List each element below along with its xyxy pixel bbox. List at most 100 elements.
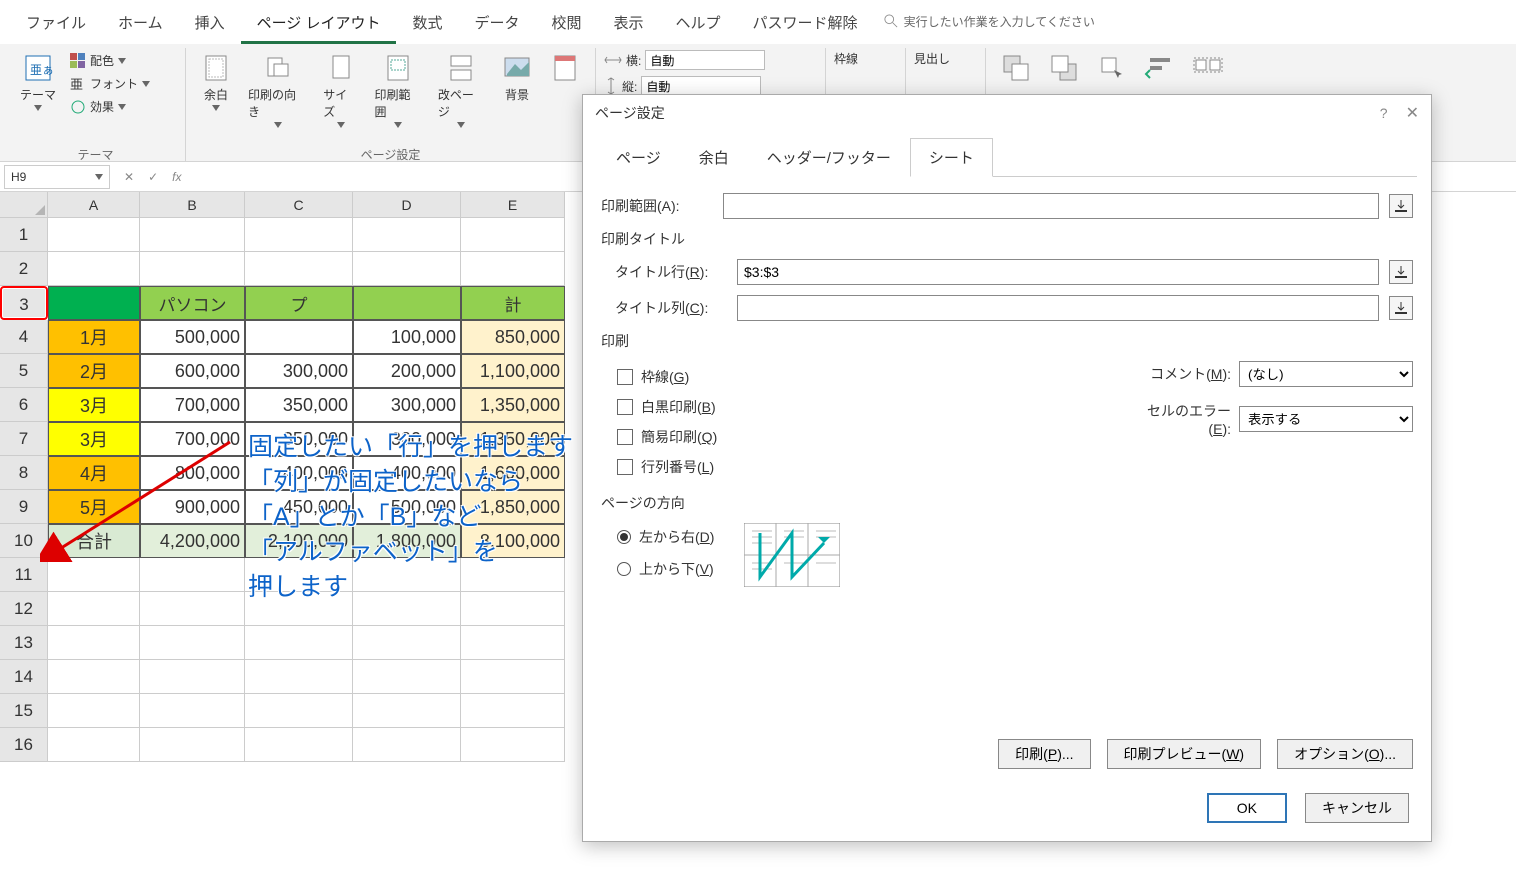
column-header[interactable]: C	[245, 192, 353, 218]
cell[interactable]: 300,000	[353, 388, 461, 422]
cell[interactable]	[245, 694, 353, 728]
cell[interactable]: 8,100,000	[461, 524, 565, 558]
dialog-tab[interactable]: ヘッダー/フッター	[748, 138, 910, 177]
colors-button[interactable]: 配色	[66, 50, 154, 71]
selectionpane-button[interactable]	[1090, 50, 1134, 86]
options-button[interactable]: オプション(O)...	[1277, 739, 1413, 769]
cell[interactable]: 850,000	[461, 320, 565, 354]
ribbon-tab[interactable]: ページ レイアウト	[241, 4, 397, 44]
cell[interactable]	[140, 660, 245, 694]
across-radio[interactable]: 左から右(D)	[617, 527, 714, 547]
rowcol-checkbox[interactable]: 行列番号(L)	[617, 457, 1133, 477]
collapse-ref-button[interactable]	[1389, 296, 1413, 320]
printtitles-button[interactable]	[543, 50, 587, 86]
bw-checkbox[interactable]: 白黒印刷(B)	[617, 397, 1133, 417]
cell[interactable]: 500,000	[353, 490, 461, 524]
cell[interactable]	[461, 626, 565, 660]
cell[interactable]	[245, 320, 353, 354]
dialog-tab[interactable]: シート	[910, 138, 993, 177]
comments-select[interactable]: (なし)	[1239, 361, 1413, 387]
breaks-button[interactable]: 改ページ	[432, 50, 491, 130]
cell[interactable]	[140, 728, 245, 762]
row-header[interactable]: 16	[0, 728, 48, 762]
print-button[interactable]: 印刷(P)...	[998, 739, 1090, 769]
collapse-ref-button[interactable]	[1389, 194, 1413, 218]
cancel-x-icon[interactable]: ✕	[124, 170, 134, 184]
column-header[interactable]: E	[461, 192, 565, 218]
cell[interactable]: パソコン	[140, 286, 245, 320]
cell[interactable]	[140, 694, 245, 728]
background-button[interactable]: 背景	[495, 50, 539, 105]
accept-check-icon[interactable]: ✓	[148, 170, 158, 184]
cell[interactable]: 700,000	[140, 388, 245, 422]
cell[interactable]: 350,000	[245, 422, 353, 456]
ribbon-tab[interactable]: ファイル	[10, 4, 102, 41]
row-header[interactable]: 9	[0, 490, 48, 524]
cell[interactable]: 4月	[48, 456, 140, 490]
cell[interactable]	[353, 218, 461, 252]
cell[interactable]	[353, 286, 461, 320]
column-header[interactable]: B	[140, 192, 245, 218]
cell[interactable]	[353, 626, 461, 660]
row-header[interactable]: 14	[0, 660, 48, 694]
print-area-input[interactable]	[723, 193, 1379, 219]
cell[interactable]: 3月	[48, 388, 140, 422]
cell[interactable]	[48, 694, 140, 728]
sendback-button[interactable]	[1042, 50, 1086, 86]
title-row-input[interactable]	[737, 259, 1379, 285]
cell[interactable]	[48, 252, 140, 286]
cell[interactable]	[245, 626, 353, 660]
errors-select[interactable]: 表示する	[1239, 406, 1413, 432]
row-header[interactable]: 12	[0, 592, 48, 626]
preview-button[interactable]: 印刷プレビュー(W)	[1107, 739, 1262, 769]
cell[interactable]	[245, 728, 353, 762]
printarea-button[interactable]: 印刷範囲	[368, 50, 427, 130]
cell[interactable]	[140, 592, 245, 626]
ribbon-tab[interactable]: 数式	[396, 4, 458, 41]
ribbon-tab[interactable]: パスワード解除	[737, 4, 874, 41]
cell[interactable]	[353, 592, 461, 626]
effects-button[interactable]: 効果	[66, 96, 154, 117]
title-col-input[interactable]	[737, 295, 1379, 321]
row-header[interactable]: 4	[0, 320, 48, 354]
ribbon-tab[interactable]: 挿入	[179, 4, 241, 41]
ok-button[interactable]: OK	[1207, 793, 1287, 823]
cell[interactable]: 1,600,000	[461, 456, 565, 490]
dialog-tab[interactable]: 余白	[680, 138, 748, 177]
cell[interactable]	[461, 592, 565, 626]
cell[interactable]	[461, 252, 565, 286]
collapse-ref-button[interactable]	[1389, 260, 1413, 284]
width-input[interactable]	[645, 50, 765, 70]
height-input[interactable]	[641, 76, 761, 96]
cell[interactable]: 300,000	[245, 354, 353, 388]
cell[interactable]	[48, 286, 140, 320]
cell[interactable]: 1,100,000	[461, 354, 565, 388]
row-header[interactable]: 10	[0, 524, 48, 558]
align-button[interactable]	[1138, 50, 1182, 86]
size-button[interactable]: サイズ	[317, 50, 364, 130]
cell[interactable]	[353, 694, 461, 728]
cell[interactable]: 4,200,000	[140, 524, 245, 558]
cell[interactable]: 400,000	[245, 456, 353, 490]
down-radio[interactable]: 上から下(V)	[617, 559, 714, 579]
cell[interactable]: 200,000	[353, 354, 461, 388]
row-header[interactable]: 5	[0, 354, 48, 388]
cell[interactable]	[461, 218, 565, 252]
dialog-tab[interactable]: ページ	[597, 138, 680, 177]
cell[interactable]: 2月	[48, 354, 140, 388]
cell[interactable]: 700,000	[140, 422, 245, 456]
tell-me-search[interactable]: 実行したい作業を入力してください	[884, 13, 1095, 30]
cell[interactable]: 300,000	[353, 422, 461, 456]
row-header[interactable]: 2	[0, 252, 48, 286]
cell[interactable]	[140, 558, 245, 592]
row-header[interactable]: 13	[0, 626, 48, 660]
cell[interactable]: 450,000	[245, 490, 353, 524]
cell[interactable]: 350,000	[245, 388, 353, 422]
cell[interactable]: 1,350,000	[461, 388, 565, 422]
cell[interactable]	[461, 694, 565, 728]
cell[interactable]	[353, 660, 461, 694]
draft-checkbox[interactable]: 簡易印刷(Q)	[617, 427, 1133, 447]
bringforward-button[interactable]	[994, 50, 1038, 86]
cell[interactable]	[353, 252, 461, 286]
cell[interactable]: 1,850,000	[461, 490, 565, 524]
